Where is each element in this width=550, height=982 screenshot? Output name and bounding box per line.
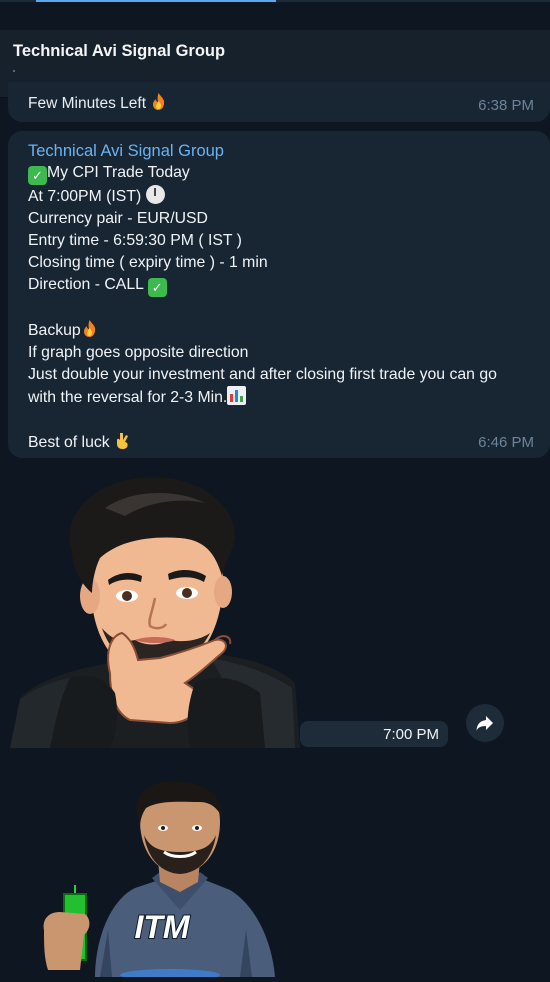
- message-line: My CPI Trade Today: [47, 164, 190, 181]
- message-line: Closing time ( expiry time ) - 1 min: [28, 254, 268, 271]
- message-bubble-signal[interactable]: Technical Avi Signal Group ✓ My CPI Trade…: [8, 131, 550, 458]
- message-body: ✓ My CPI Trade Today At 7:00PM (IST) Curr…: [28, 162, 528, 454]
- fire-icon: [153, 93, 165, 110]
- message-line: At 7:00PM (IST): [28, 188, 142, 205]
- message-time: 6:38 PM: [478, 97, 534, 114]
- check-mark-icon: ✓: [147, 278, 167, 297]
- sticker-itm[interactable]: ITM: [40, 780, 280, 981]
- message-text: Few Minutes Left: [28, 92, 167, 113]
- clock-icon: [145, 185, 165, 204]
- crossed-fingers-icon: [117, 433, 129, 449]
- fire-icon: [83, 320, 95, 337]
- sticker-cartoon-man-image: [10, 477, 300, 748]
- sticker-itm-image: ITM: [43, 781, 275, 981]
- message-bubble-previous[interactable]: Few Minutes Left 6:38 PM: [8, 82, 550, 122]
- sticker-cartoon-man[interactable]: [10, 468, 300, 748]
- chat-title[interactable]: Technical Avi Signal Group: [13, 42, 225, 61]
- message-line: Backup: [28, 322, 81, 339]
- forward-button[interactable]: [466, 704, 504, 742]
- message-line: Just double your investment and after cl…: [28, 366, 497, 406]
- sticker-itm-label: ITM: [134, 909, 190, 945]
- check-mark-icon: ✓: [28, 166, 47, 185]
- message-line: If graph goes opposite direction: [28, 344, 249, 361]
- message-line: Currency pair - EUR/USD: [28, 210, 208, 227]
- message-line: Best of luck: [28, 434, 110, 451]
- forward-arrow-icon: [476, 716, 493, 731]
- bar-chart-icon: [227, 386, 247, 405]
- message-sender[interactable]: Technical Avi Signal Group: [28, 142, 224, 161]
- message-line: Direction - CALL: [28, 276, 144, 293]
- message-time: 7:00 PM: [383, 726, 439, 743]
- message-time: 6:46 PM: [478, 434, 534, 451]
- header-status-dot: [13, 70, 15, 72]
- top-progress-bar: [0, 0, 550, 2]
- message-line: Entry time - 6:59:30 PM ( IST ): [28, 232, 242, 249]
- sticker-time-pill: 7:00 PM: [300, 721, 448, 747]
